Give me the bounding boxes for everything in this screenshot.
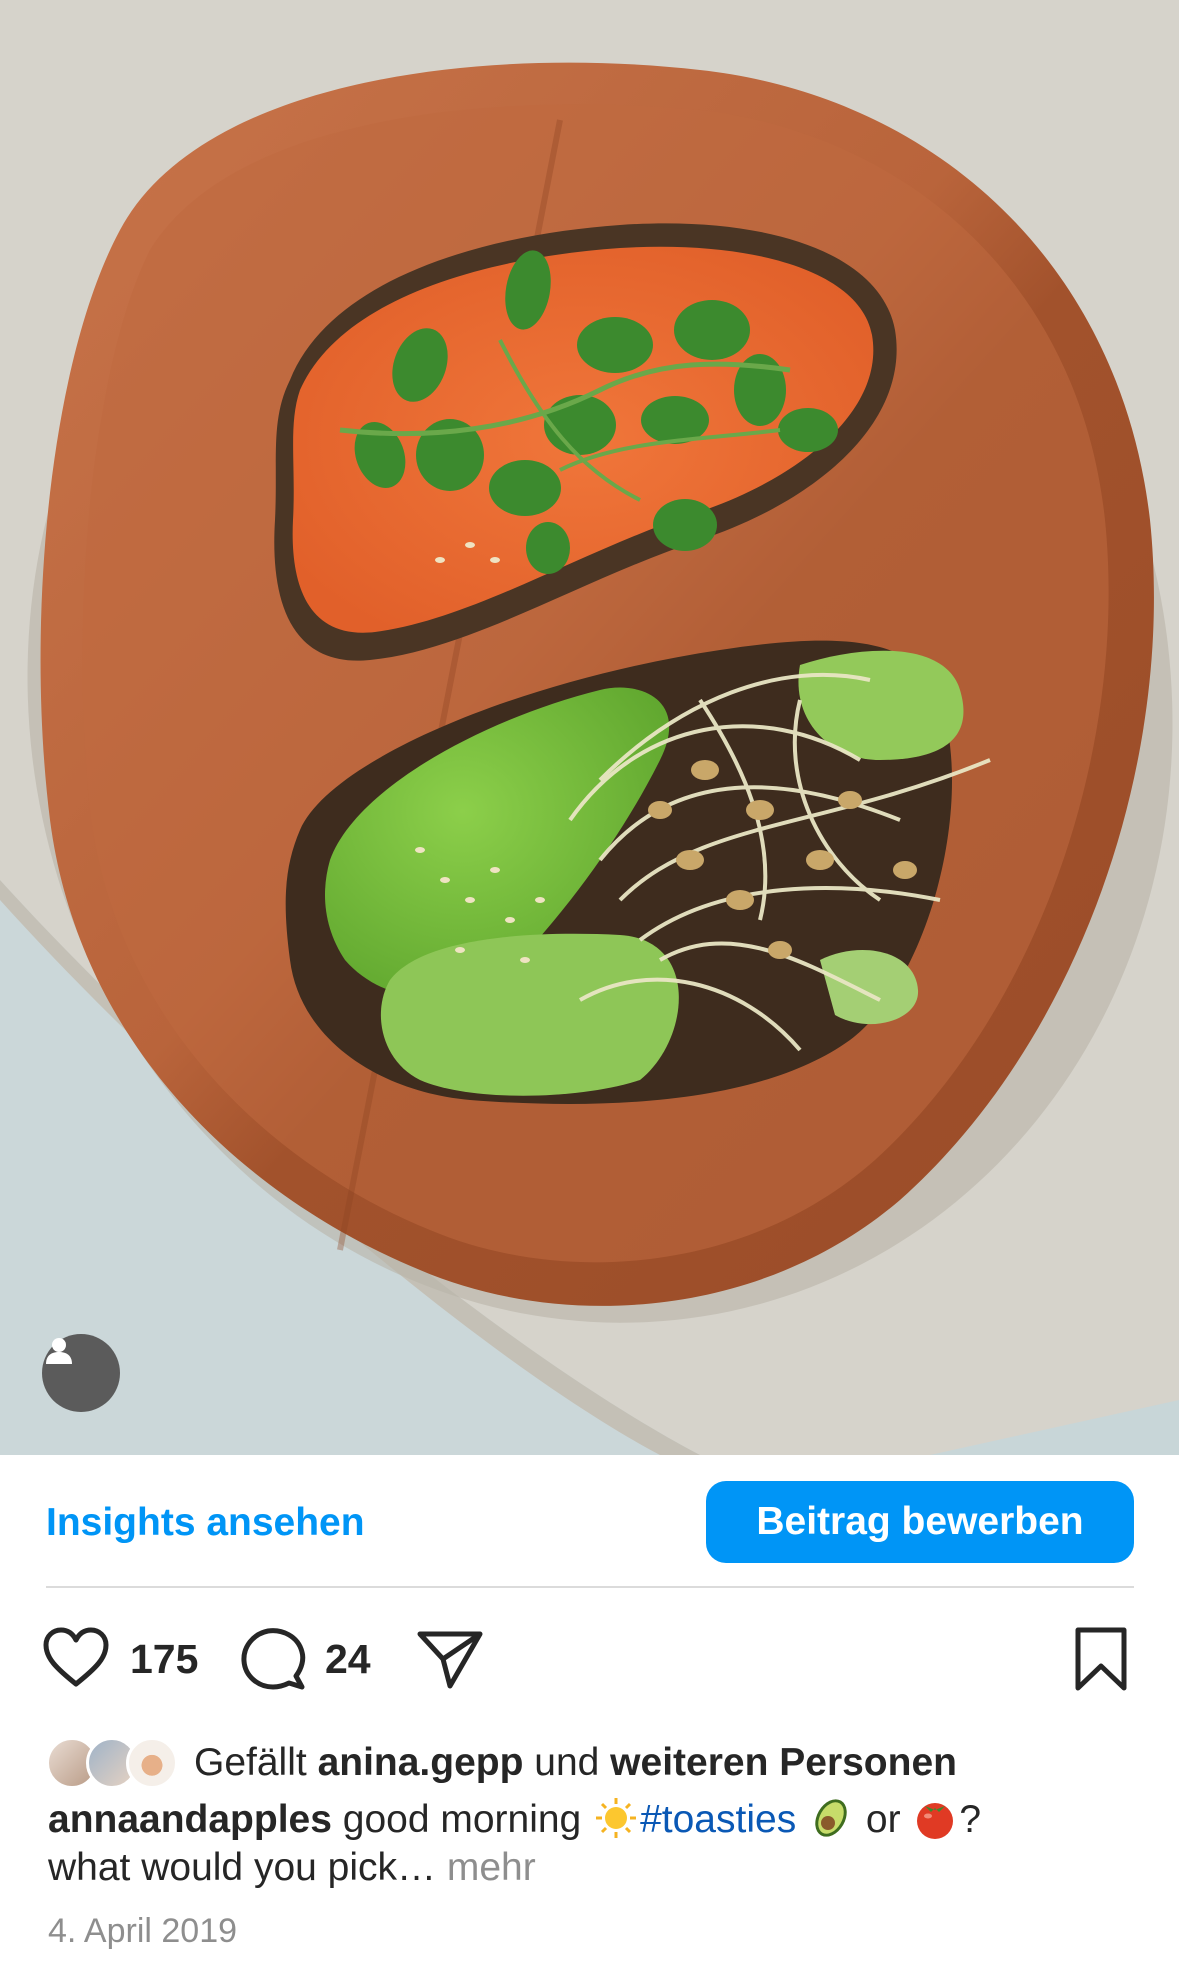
heart-icon[interactable] <box>42 1626 110 1693</box>
tomato-emoji-icon <box>917 1803 954 1839</box>
comment-icon[interactable] <box>240 1626 306 1697</box>
likes-connector: und <box>523 1741 611 1784</box>
sun-emoji-icon <box>596 1798 637 1838</box>
divider <box>46 1586 1134 1588</box>
caption-text: good morning <box>331 1798 593 1841</box>
avatar <box>126 1737 178 1789</box>
send-icon[interactable] <box>416 1628 484 1695</box>
person-icon <box>46 1338 72 1364</box>
caption-text-or: or <box>855 1798 912 1841</box>
post-actions: 175 24 <box>42 1626 1142 1696</box>
likes-prefix: Gefällt <box>194 1741 318 1784</box>
caption-question-mark: ? <box>959 1798 982 1841</box>
liker-username[interactable]: anina.gepp <box>318 1741 524 1784</box>
likes-summary[interactable]: Gefällt anina.gepp und weiteren Personen <box>46 1735 957 1791</box>
comment-count[interactable]: 24 <box>325 1636 371 1683</box>
insights-bar: Insights ansehen Beitrag bewerben <box>46 1481 1134 1563</box>
food-photo <box>0 0 1179 1455</box>
promote-post-button[interactable]: Beitrag bewerben <box>706 1481 1134 1563</box>
likes-text: Gefällt anina.gepp und weiteren Personen <box>194 1741 957 1785</box>
avocado-emoji-icon <box>815 1799 847 1837</box>
view-insights-link[interactable]: Insights ansehen <box>46 1501 365 1545</box>
caption-line-2: what would you pick… <box>48 1846 437 1889</box>
bookmark-icon[interactable] <box>1072 1626 1130 1697</box>
post-caption: annaandapples good morning #toasties or … <box>48 1796 1148 1892</box>
caption-username[interactable]: annaandapples <box>48 1798 332 1841</box>
liker-avatars <box>46 1737 182 1789</box>
like-count[interactable]: 175 <box>130 1636 198 1683</box>
post-date: 4. April 2019 <box>48 1912 238 1950</box>
more-link[interactable]: mehr <box>436 1846 536 1889</box>
hashtag-link[interactable]: #toasties <box>640 1798 796 1841</box>
tagged-people-button[interactable] <box>42 1334 120 1412</box>
post-image[interactable] <box>0 0 1179 1455</box>
other-likers-link[interactable]: weiteren Personen <box>610 1741 957 1784</box>
